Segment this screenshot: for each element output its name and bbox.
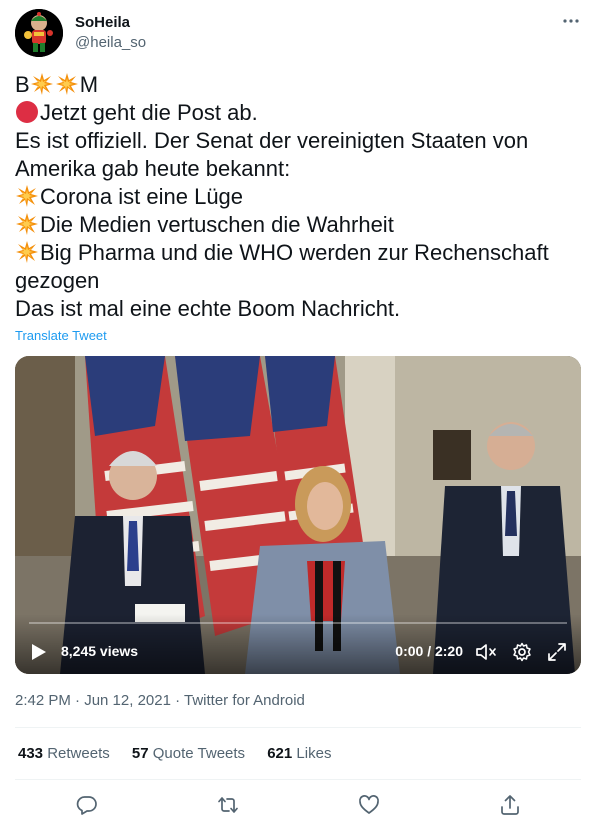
collision-emoji-icon <box>16 213 38 235</box>
retweet-icon[interactable] <box>217 794 239 816</box>
collision-emoji-icon <box>16 241 38 263</box>
tweet-line-text: Corona ist eine Lüge <box>40 184 244 209</box>
collision-emoji-icon <box>55 73 78 95</box>
display-name[interactable]: SoHeila <box>75 14 130 31</box>
quote-tweets-stat[interactable]: 57 Quote Tweets <box>132 745 245 762</box>
tweet-timestamp[interactable]: 2:42 PM · Jun 12, 2021 · Twitter for And… <box>15 692 305 709</box>
tweet-line: Jetzt geht die Post ab. <box>15 99 581 127</box>
likes-count: 621 <box>267 745 293 762</box>
collision-emoji-icon <box>16 185 38 207</box>
user-handle[interactable]: @heila_so <box>75 34 146 51</box>
tweet-line-text: Die Medien vertuschen die Wahrheit <box>40 212 394 237</box>
fullscreen-icon[interactable] <box>547 642 567 662</box>
video-time: 0:00 / 2:20 <box>395 643 463 659</box>
reply-icon[interactable] <box>76 794 98 816</box>
tweet-line-text: Big Pharma und die WHO werden zur Rechen… <box>40 240 549 265</box>
tweet-actions <box>15 790 581 820</box>
quote-tweets-label: Quote Tweets <box>152 745 246 762</box>
collision-emoji-icon <box>30 73 53 95</box>
like-heart-icon[interactable] <box>358 794 380 816</box>
likes-label: Likes <box>296 745 332 762</box>
settings-gear-icon[interactable] <box>512 642 532 662</box>
tweet-line: Corona ist eine Lüge <box>15 183 581 211</box>
tweet-header: SoHeila @heila_so <box>15 9 581 57</box>
tweet-text: BM Jetzt geht die Post ab. Es ist offizi… <box>15 71 581 323</box>
view-count: 8,245 views <box>61 643 139 659</box>
video-progress-bar[interactable] <box>29 622 567 624</box>
video-player[interactable]: 8,245 views 0:00 / 2:20 <box>15 356 581 674</box>
retweets-stat[interactable]: 433 Retweets <box>18 745 110 762</box>
tweet-line-boom: BM <box>15 71 581 99</box>
tweet-line: Es ist offiziell. Der Senat der vereinig… <box>15 128 529 153</box>
translate-tweet-link[interactable]: Translate Tweet <box>15 328 107 343</box>
red-circle-emoji-icon <box>16 101 38 123</box>
tweet-line: Big Pharma und die WHO werden zur Rechen… <box>15 239 581 267</box>
play-icon[interactable] <box>31 643 47 661</box>
tweet-stats: 433 Retweets 57 Quote Tweets 621 Likes <box>18 745 349 762</box>
quote-tweets-count: 57 <box>131 745 149 762</box>
tweet-line-text: Jetzt geht die Post ab. <box>40 100 258 125</box>
tweet-line: gezogen <box>15 268 100 293</box>
tweet-line: Amerika gab heute bekannt: <box>15 156 291 181</box>
share-icon[interactable] <box>499 794 521 816</box>
more-options-icon[interactable] <box>561 11 581 31</box>
retweets-label: Retweets <box>47 745 110 762</box>
likes-stat[interactable]: 621 Likes <box>267 745 331 762</box>
tweet-line-text: M <box>79 72 99 97</box>
tweet-line: Das ist mal eine echte Boom Nachricht. <box>15 296 401 321</box>
tweet-line: Die Medien vertuschen die Wahrheit <box>15 211 581 239</box>
divider <box>15 779 581 780</box>
avatar[interactable] <box>15 9 63 57</box>
divider <box>15 727 581 728</box>
retweets-count: 433 <box>18 745 44 762</box>
volume-icon[interactable] <box>475 642 497 662</box>
tweet-line-text: B <box>15 72 30 97</box>
